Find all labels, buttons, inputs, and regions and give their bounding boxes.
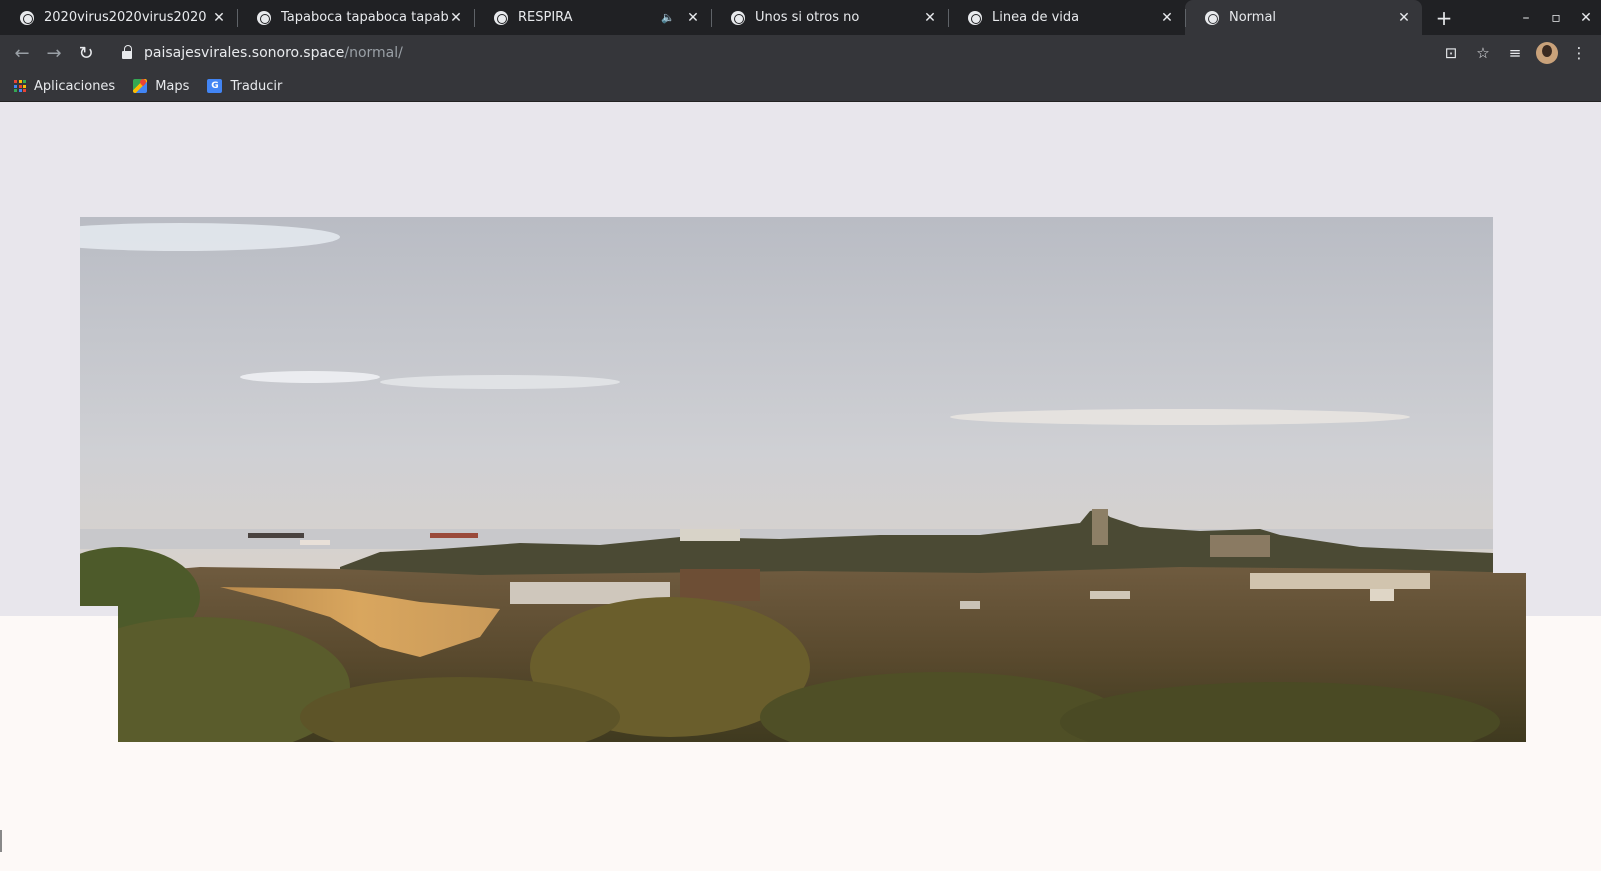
address-bar[interactable]: paisajesvirales.sonoro.space/normal/ [122,39,1392,67]
close-tab-icon[interactable]: ✕ [1159,10,1175,26]
tab[interactable]: RESPIRA 🔈 ✕ [474,0,711,35]
google-translate-icon: G [207,79,223,93]
page-content [0,102,1601,871]
bookmark-aplicaciones[interactable]: Aplicaciones [14,79,115,94]
tab[interactable]: Unos si otros no ✕ [711,0,948,35]
minimize-icon[interactable]: – [1511,0,1541,35]
close-tab-icon[interactable]: ✕ [448,10,464,26]
tab-title: Linea de vida [992,10,1080,25]
tab-title: Unos si otros no [755,10,860,25]
close-tab-icon[interactable]: ✕ [211,10,227,26]
tab[interactable]: 2020virus2020virus2020 ✕ [0,0,237,35]
google-maps-icon [133,79,148,93]
close-tab-icon[interactable]: ✕ [685,10,701,26]
window-controls: – ▫ ✕ [1511,0,1601,35]
globe-icon [494,10,508,25]
translate-page-icon[interactable]: ⊡ [1437,39,1465,67]
close-tab-icon[interactable]: ✕ [1396,10,1412,26]
globe-icon [1205,10,1219,25]
text-cursor [0,830,2,852]
bookmark-traducir[interactable]: G Traducir [207,79,282,94]
close-tab-icon[interactable]: ✕ [922,10,938,26]
globe-icon [257,10,271,25]
tab-title: Tapaboca tapaboca tapaboca [281,10,448,25]
media-controls-icon[interactable]: ≡ [1501,39,1529,67]
reload-icon[interactable]: ↻ [70,37,102,69]
lock-icon[interactable] [122,45,132,59]
globe-icon [20,10,34,25]
url-path: /normal/ [344,45,403,61]
tab[interactable]: Linea de vida ✕ [948,0,1185,35]
tab-active[interactable]: Normal ✕ [1185,0,1422,35]
profile-avatar[interactable] [1536,42,1558,64]
bookmark-label: Aplicaciones [34,78,116,94]
globe-icon [968,10,982,25]
menu-kebab-icon[interactable]: ⋮ [1565,39,1593,67]
close-window-icon[interactable]: ✕ [1571,0,1601,35]
forward-arrow-icon[interactable]: → [38,37,70,69]
bookmark-label: Maps [155,78,190,94]
tab-title: 2020virus2020virus2020 [44,10,207,25]
bookmark-maps[interactable]: Maps [133,79,189,94]
bookmarks-bar: Aplicaciones Maps G Traducir [0,71,1601,102]
browser-toolbar: ← → ↻ paisajesvirales.sonoro.space/norma… [0,35,1601,71]
maximize-icon[interactable]: ▫ [1541,0,1571,35]
tab-strip: 2020virus2020virus2020 ✕ Tapaboca tapabo… [0,0,1601,35]
bookmark-star-icon[interactable]: ☆ [1469,39,1497,67]
tab[interactable]: Tapaboca tapaboca tapaboca ✕ [237,0,474,35]
url-host: paisajesvirales.sonoro.space [144,45,345,61]
apps-grid-icon [14,80,26,92]
bookmark-label: Traducir [230,78,283,94]
back-arrow-icon[interactable]: ← [6,37,38,69]
tab-title: RESPIRA [518,10,573,25]
tab-title: Normal [1229,10,1277,25]
speaker-icon[interactable]: 🔈 [661,11,675,24]
new-tab-button[interactable]: + [1426,0,1462,35]
globe-icon [731,10,745,25]
panoramic-landscape-photo [80,217,1526,742]
